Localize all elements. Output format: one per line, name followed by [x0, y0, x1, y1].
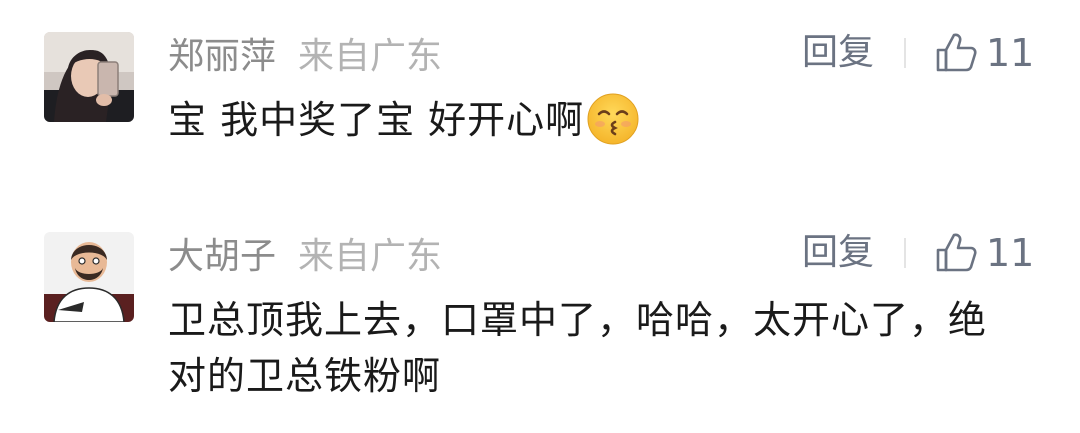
reply-button[interactable]: 回复 — [802, 228, 874, 278]
location-tag: 来自广东 — [298, 36, 443, 77]
comment-body: 宝 我中奖了宝 好开心啊 — [168, 98, 585, 142]
like-count: 11 — [986, 31, 1035, 75]
comment-item: 郑丽萍 来自广东 回复 11 宝 我中奖了宝 好开心啊 — [0, 0, 1080, 200]
comment-text: 宝 我中奖了宝 好开心啊 — [168, 92, 1028, 150]
thumbs-up-icon — [936, 33, 977, 72]
location-tag: 来自广东 — [298, 236, 443, 277]
like-button[interactable]: 11 — [934, 28, 1034, 78]
avatar-photo-icon — [44, 32, 134, 122]
thumbs-up-icon — [936, 233, 977, 272]
kissing-smiling-eyes-emoji-icon — [587, 93, 639, 144]
comment-header: 郑丽萍 来自广东 — [168, 28, 442, 78]
avatar[interactable] — [44, 32, 134, 122]
like-count: 11 — [986, 231, 1035, 275]
username[interactable]: 郑丽萍 — [168, 27, 276, 79]
avatar-cartoon-icon — [44, 232, 134, 322]
like-button[interactable]: 11 — [934, 228, 1034, 278]
reply-button[interactable]: 回复 — [802, 28, 874, 78]
divider — [904, 238, 906, 268]
username[interactable]: 大胡子 — [168, 227, 276, 279]
avatar[interactable] — [44, 232, 134, 322]
comment-text: 卫总顶我上去，口罩中了，哈哈，太开心了，绝对的卫总铁粉啊 — [168, 298, 988, 398]
divider — [904, 38, 906, 68]
comment-item: 大胡子 来自广东 回复 11 卫总顶我上去，口罩中了，哈哈，太开心了，绝对的卫总… — [0, 200, 1080, 433]
comment-header: 大胡子 来自广东 — [168, 228, 442, 278]
